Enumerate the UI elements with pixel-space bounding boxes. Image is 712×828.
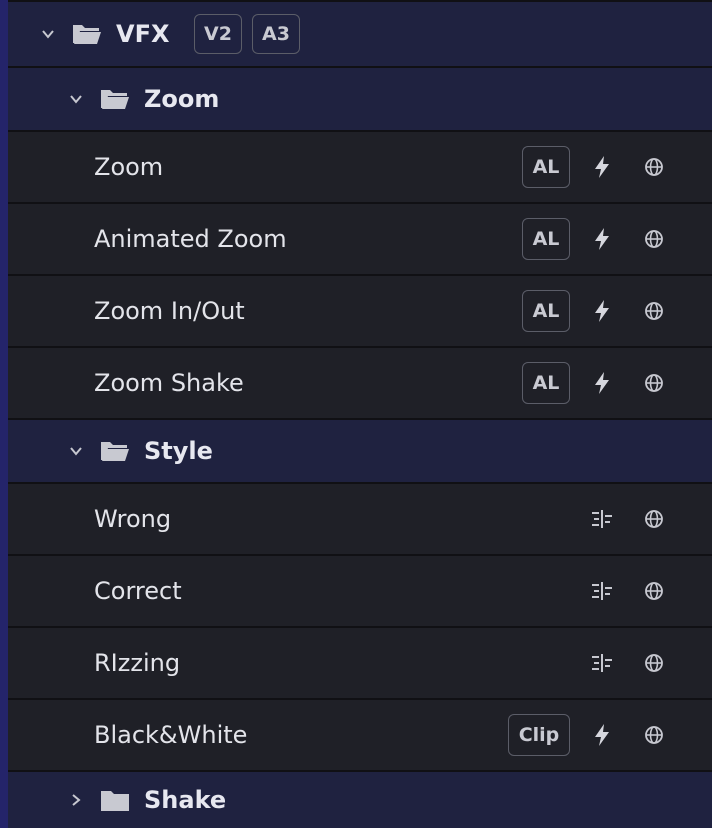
align-icon[interactable]: [590, 579, 614, 603]
align-icon[interactable]: [590, 651, 614, 675]
globe-icon[interactable]: [642, 371, 666, 395]
list-item[interactable]: Zoom Shake AL: [8, 348, 712, 420]
lightning-icon[interactable]: [590, 299, 614, 323]
effect-label: Wrong: [94, 505, 172, 533]
folder-open-icon: [72, 22, 102, 46]
globe-icon[interactable]: [642, 155, 666, 179]
folder-row-shake[interactable]: Shake: [8, 772, 712, 828]
folder-title: Style: [144, 437, 213, 465]
list-item[interactable]: Correct: [8, 556, 712, 628]
lightning-icon[interactable]: [590, 227, 614, 251]
align-icon[interactable]: [590, 507, 614, 531]
folder-title: Zoom: [144, 85, 220, 113]
effects-tree-panel: VFX V2 A3 Zoom Zoom AL Animated Zoom AL: [0, 0, 712, 828]
list-item[interactable]: Zoom In/Out AL: [8, 276, 712, 348]
lightning-icon[interactable]: [590, 155, 614, 179]
track-badge: A3: [252, 14, 300, 54]
effect-label: Zoom: [94, 153, 164, 181]
chevron-down-icon[interactable]: [66, 441, 86, 461]
folder-row-vfx[interactable]: VFX V2 A3: [8, 0, 712, 68]
globe-icon[interactable]: [642, 651, 666, 675]
chevron-right-icon[interactable]: [66, 790, 86, 810]
al-badge: AL: [522, 290, 570, 332]
al-badge: AL: [522, 362, 570, 404]
lightning-icon[interactable]: [590, 371, 614, 395]
chevron-down-icon[interactable]: [38, 24, 58, 44]
effect-label: Correct: [94, 577, 182, 605]
list-item[interactable]: RIzzing: [8, 628, 712, 700]
list-item[interactable]: Animated Zoom AL: [8, 204, 712, 276]
list-item[interactable]: Wrong: [8, 484, 712, 556]
folder-row-zoom[interactable]: Zoom: [8, 68, 712, 132]
folder-title: VFX: [116, 20, 170, 48]
lightning-icon[interactable]: [590, 723, 614, 747]
clip-badge: Clip: [508, 714, 570, 756]
folder-open-icon: [100, 439, 130, 463]
globe-icon[interactable]: [642, 227, 666, 251]
list-item[interactable]: Zoom AL: [8, 132, 712, 204]
chevron-down-icon[interactable]: [66, 89, 86, 109]
folder-row-style[interactable]: Style: [8, 420, 712, 484]
folder-open-icon: [100, 87, 130, 111]
al-badge: AL: [522, 146, 570, 188]
globe-icon[interactable]: [642, 579, 666, 603]
globe-icon[interactable]: [642, 507, 666, 531]
track-badge: V2: [194, 14, 242, 54]
effect-label: Zoom Shake: [94, 369, 244, 397]
folder-title: Shake: [144, 786, 227, 814]
effect-label: Zoom In/Out: [94, 297, 245, 325]
effect-label: Animated Zoom: [94, 225, 287, 253]
globe-icon[interactable]: [642, 299, 666, 323]
folder-closed-icon: [100, 788, 130, 812]
globe-icon[interactable]: [642, 723, 666, 747]
effect-label: Black&White: [94, 721, 248, 749]
list-item[interactable]: Black&White Clip: [8, 700, 712, 772]
al-badge: AL: [522, 218, 570, 260]
effect-label: RIzzing: [94, 649, 181, 677]
